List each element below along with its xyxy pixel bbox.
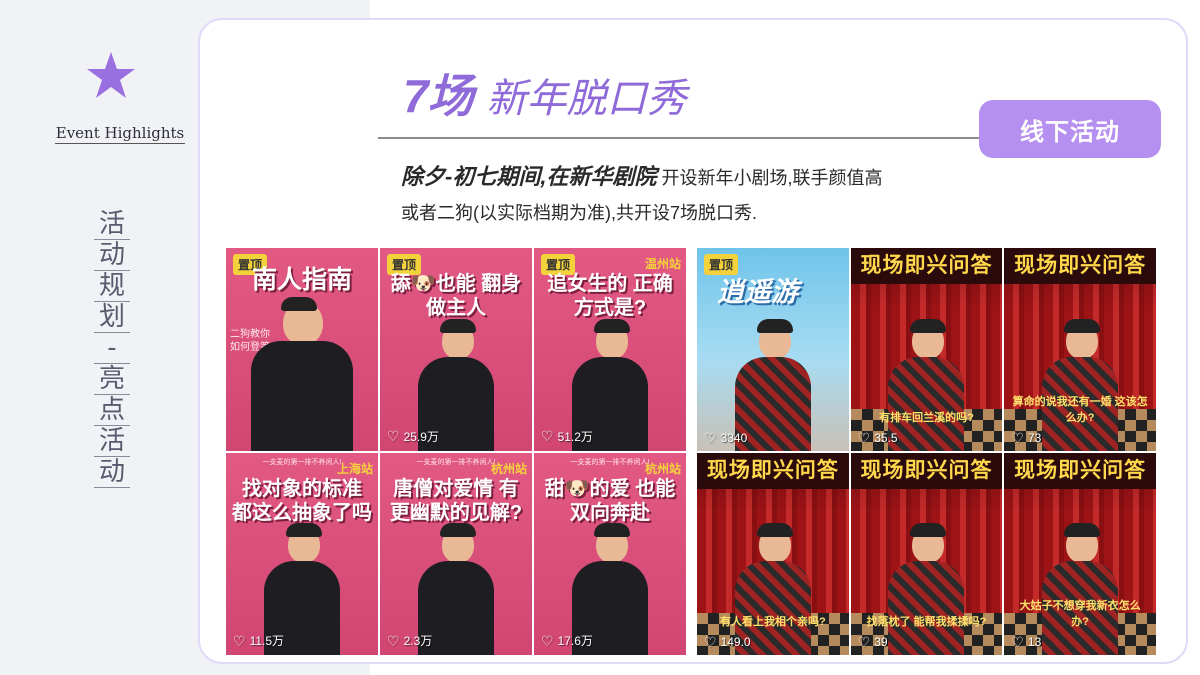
poster-tile[interactable]: 一支麦的第一排不养闲人! 杭州站 甜🐶的爱 也能双向奔赴 ♡ 17.6万	[534, 452, 686, 655]
heart-icon: ♡	[541, 632, 554, 649]
heart-icon: ♡	[857, 634, 871, 650]
poster-title: 现场即兴问答	[850, 248, 1003, 284]
performer-figure	[247, 296, 357, 451]
event-highlights-label: Event Highlights	[55, 124, 185, 144]
city-label: 杭州站	[490, 461, 527, 476]
poster-caption: 有排车回兰溪的吗?	[879, 411, 974, 424]
poster-tile[interactable]: 现场即兴问答 有排车回兰溪的吗? ♡ 35.5	[850, 248, 1003, 451]
heart-icon: ♡	[387, 632, 400, 649]
star-icon	[87, 52, 135, 98]
performer-figure	[1040, 318, 1120, 451]
description-text: 开设新年小剧场,联手颜值高	[661, 168, 883, 188]
vertical-char: 活	[94, 427, 130, 457]
poster-title: 现场即兴问答	[850, 452, 1003, 489]
like-count: ♡ 35.5	[857, 429, 898, 446]
poster-title: 逍遥游	[717, 277, 798, 307]
vertical-char: 划	[94, 303, 130, 333]
poster-tile[interactable]: 一支麦的第一排不养闲人! 杭州站 唐僧对爱情 有更幽默的见解? ♡ 2.3万	[380, 452, 532, 655]
heart-icon: ♡	[704, 429, 717, 446]
like-count: ♡ 39	[857, 634, 888, 650]
poster-grid-left: 置顶 南人指南 二狗教你 如何登第一排 置顶 舔🐶也能 翻身做主人 ♡25.9万…	[226, 248, 686, 655]
poster-tile[interactable]: 置顶 舔🐶也能 翻身做主人 ♡ 25.9万	[380, 248, 532, 451]
performer-figure	[886, 318, 966, 451]
poster-tile[interactable]: 现场即兴问答 算命的说我还有一婚 这该怎么办? ♡ 73	[1004, 248, 1156, 451]
poster-title: 现场即兴问答	[697, 452, 849, 489]
heart-icon: ♡	[387, 428, 400, 444]
poster-tile[interactable]: 现场即兴问答 找落枕了 能帮我揉揉吗? ♡ 39	[850, 452, 1003, 655]
poster-title: 甜🐶的爱 也能双向奔赴	[544, 477, 676, 524]
like-count: ♡ 3340	[704, 429, 748, 446]
like-count: ♡ 13	[1011, 634, 1042, 650]
like-count: ♡ 149.0	[704, 634, 751, 650]
vertical-char: -	[94, 334, 130, 364]
vertical-char: 活	[94, 210, 130, 240]
heart-icon: ♡	[857, 429, 871, 446]
heart-icon: ♡	[541, 428, 554, 444]
show-title: 新年脱口秀	[486, 77, 687, 121]
like-count: ♡ 17.6万	[541, 632, 593, 649]
show-count: 7场	[403, 70, 474, 122]
poster-title: 找对象的标准 都这么抽象了吗	[232, 477, 372, 524]
vertical-char: 亮	[94, 365, 130, 395]
city-label: 上海站	[336, 461, 373, 476]
like-count: ♡ 51.2万	[541, 428, 593, 444]
vertical-char: 规	[94, 272, 130, 302]
poster-title: 舔🐶也能 翻身做主人	[390, 273, 522, 319]
offline-activity-button[interactable]: 线下活动	[979, 100, 1161, 158]
city-label: 温州站	[644, 257, 681, 271]
poster-tile[interactable]: 置顶 逍遥游 ♡ 3340	[697, 248, 849, 451]
like-count: ♡ 25.9万	[387, 428, 439, 444]
description: 除夕-初七期间,在新华剧院 开设新年小剧场,联手颜值高 或者二狗(以实际档期为准…	[401, 158, 1001, 229]
poster-caption: 找落枕了 能帮我揉揉吗?	[866, 616, 987, 628]
performer-figure	[886, 523, 966, 655]
poster-tile[interactable]: 置顶 南人指南 二狗教你 如何登第一排	[226, 248, 378, 451]
poster-title: 唐僧对爱情 有更幽默的见解?	[389, 477, 523, 524]
description-highlight: 除夕-初七期间,在新华剧院	[401, 164, 657, 189]
poster-caption: 大姑子不想穿我新衣怎么办?	[1019, 600, 1141, 628]
poster-grid-right: 置顶 逍遥游 ♡ 3340 现场即兴问答 有排车回兰溪的吗? ♡ 35.5 现场即兴…	[697, 248, 1156, 655]
heart-icon: ♡	[704, 634, 717, 650]
vertical-char: 动	[94, 458, 130, 488]
like-count: ♡ 73	[1011, 429, 1042, 446]
like-count: ♡ 11.5万	[233, 632, 285, 649]
city-label: 杭州站	[644, 461, 681, 476]
heart-icon: ♡	[233, 632, 246, 649]
title-divider	[378, 137, 988, 139]
poster-title: 追女生的 正确方式是?	[547, 273, 673, 319]
heart-icon: ♡	[1011, 429, 1024, 446]
heart-icon: ♡	[1011, 634, 1024, 650]
poster-tile[interactable]: 置顶 温州站 追女生的 正确方式是? ♡ 51.2万	[534, 248, 686, 451]
vertical-char: 动	[94, 241, 130, 271]
poster-title: 南人指南	[251, 266, 352, 294]
vertical-section-title: 活 动 规 划 - 亮 点 活 动	[92, 210, 132, 489]
poster-tile[interactable]: 一支麦的第一排不养闲人! 上海站 找对象的标准 都这么抽象了吗 ♡ 11.5万	[226, 452, 378, 655]
vertical-char: 点	[94, 396, 130, 426]
description-line2: 或者二狗(以实际档期为准),共开设7场脱口秀.	[401, 203, 757, 223]
poster-tile[interactable]: 现场即兴问答 有人看上我相个亲吗? ♡ 149.0	[697, 452, 849, 655]
poster-title: 现场即兴问答	[1004, 248, 1156, 284]
like-count: ♡ 2.3万	[387, 632, 433, 649]
poster-caption: 算命的说我还有一婚 这该怎么办?	[1012, 395, 1148, 424]
page-title: 7场 新年脱口秀	[403, 60, 687, 126]
poster-title: 现场即兴问答	[1004, 452, 1156, 489]
performer-figure	[1040, 523, 1120, 655]
poster-tile[interactable]: 现场即兴问答 大姑子不想穿我新衣怎么办? ♡ 13	[1004, 452, 1156, 655]
poster-caption: 有人看上我相个亲吗?	[719, 616, 826, 628]
